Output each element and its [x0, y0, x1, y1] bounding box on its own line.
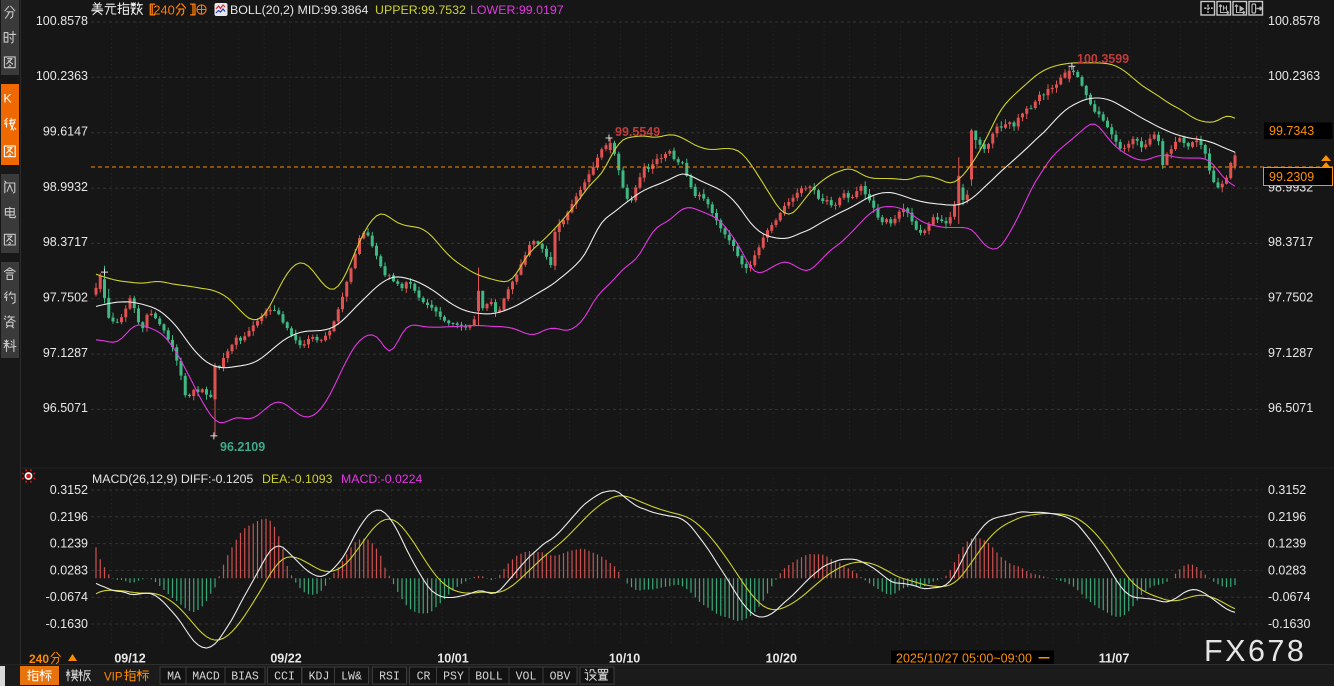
svg-text:BIAS: BIAS: [231, 671, 259, 684]
svg-text:UPPER:99.7532: UPPER:99.7532: [375, 3, 466, 17]
svg-text:DEA:-0.1093: DEA:-0.1093: [262, 472, 333, 486]
svg-text:CCI: CCI: [274, 671, 295, 684]
svg-text:KDJ: KDJ: [309, 671, 330, 684]
svg-text:0.1239: 0.1239: [1268, 537, 1306, 551]
svg-text:-0.1630: -0.1630: [1268, 617, 1310, 631]
svg-text:LOWER:99.0197: LOWER:99.0197: [470, 3, 564, 17]
svg-text:97.7502: 97.7502: [43, 291, 88, 305]
svg-text:BOLL(20,2) MID:99.3864: BOLL(20,2) MID:99.3864: [230, 3, 369, 17]
svg-text:97.7502: 97.7502: [1268, 291, 1313, 305]
svg-text:LW&: LW&: [341, 671, 362, 684]
svg-text:10/01: 10/01: [437, 652, 468, 666]
svg-text:-0.0674: -0.0674: [46, 590, 88, 604]
svg-text:98.9932: 98.9932: [43, 180, 88, 194]
svg-text:240: 240: [153, 3, 174, 18]
svg-text:11/07: 11/07: [1099, 652, 1130, 666]
svg-text:96.2109: 96.2109: [220, 440, 265, 454]
svg-text:10/10: 10/10: [609, 652, 640, 666]
svg-text:0.2196: 0.2196: [50, 510, 88, 524]
svg-text:99.7343: 99.7343: [1269, 124, 1314, 138]
svg-text:99.5549: 99.5549: [615, 125, 660, 139]
svg-text:0.2196: 0.2196: [1268, 510, 1306, 524]
svg-text:97.1287: 97.1287: [1268, 346, 1313, 360]
svg-text:240: 240: [29, 652, 49, 666]
svg-text:RSI: RSI: [379, 671, 400, 684]
svg-text:0.0283: 0.0283: [1268, 563, 1306, 577]
svg-text:0.1239: 0.1239: [50, 537, 88, 551]
svg-text:100.8578: 100.8578: [36, 14, 88, 28]
svg-text:VOL: VOL: [516, 671, 537, 684]
svg-text:MACD: MACD: [192, 671, 220, 684]
svg-text:FX678: FX678: [1204, 634, 1306, 668]
svg-text:99.2309: 99.2309: [1269, 170, 1314, 184]
svg-text:09/12: 09/12: [114, 652, 145, 666]
svg-text:MACD:-0.0224: MACD:-0.0224: [341, 472, 422, 486]
svg-text:CR: CR: [417, 671, 431, 684]
svg-text:98.3717: 98.3717: [1268, 235, 1313, 249]
svg-text:PSY: PSY: [443, 671, 464, 684]
svg-text:98.3717: 98.3717: [43, 235, 88, 249]
svg-text:OBV: OBV: [550, 671, 571, 684]
svg-text:0.3152: 0.3152: [50, 483, 88, 497]
svg-text:99.6147: 99.6147: [43, 125, 88, 139]
svg-text:100.8578: 100.8578: [1268, 14, 1320, 28]
svg-text:MA: MA: [167, 671, 181, 684]
svg-text:VIP: VIP: [104, 672, 123, 684]
svg-text:96.5071: 96.5071: [43, 401, 88, 415]
svg-text:10/20: 10/20: [766, 652, 797, 666]
svg-text:MACD(26,12,9) DIFF:-0.1205: MACD(26,12,9) DIFF:-0.1205: [92, 472, 253, 486]
svg-text:BOLL: BOLL: [475, 671, 503, 684]
svg-text:97.1287: 97.1287: [43, 346, 88, 360]
svg-text:0.3152: 0.3152: [1268, 483, 1306, 497]
svg-text:09/22: 09/22: [270, 652, 301, 666]
svg-text:2025/10/27 05:00~09:00: 2025/10/27 05:00~09:00: [896, 652, 1032, 666]
svg-text:100.3599: 100.3599: [1077, 52, 1129, 66]
svg-text:0.0283: 0.0283: [50, 563, 88, 577]
svg-text:K: K: [3, 92, 12, 106]
svg-text:100.2363: 100.2363: [36, 69, 88, 83]
svg-text:100.2363: 100.2363: [1268, 69, 1320, 83]
svg-text:-0.1630: -0.1630: [46, 617, 88, 631]
svg-text:-0.0674: -0.0674: [1268, 590, 1310, 604]
svg-text:96.5071: 96.5071: [1268, 401, 1313, 415]
